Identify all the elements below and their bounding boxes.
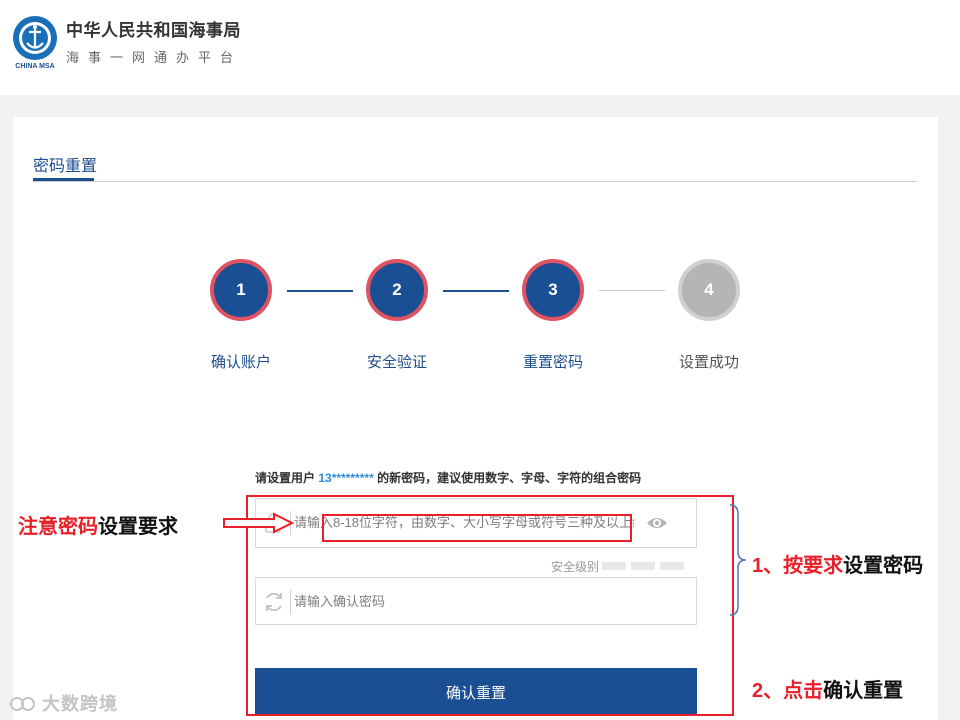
annotation-note: 注意密码设置要求: [18, 516, 178, 538]
watermark-logo-icon: [10, 697, 35, 711]
step-connector-1: [287, 290, 353, 292]
password-hint: 请设置用户 13********* 的新密码，建议使用数字、字母、字符的组合密码: [255, 471, 642, 485]
annotation-arrow-icon: [223, 512, 294, 534]
step-4-label: 设置成功: [678, 354, 739, 371]
org-name: 中华人民共和国海事局: [66, 21, 241, 40]
annotation-step-1: 1、按要求设置密码: [752, 555, 924, 577]
step-connector-3: [599, 290, 665, 291]
step-4-circle: 4: [678, 259, 740, 321]
step-1-circle: 1: [210, 259, 272, 321]
user-phone: 13*********: [318, 471, 374, 485]
step-3-circle: 3: [522, 259, 584, 321]
step-3-label: 重置密码: [522, 354, 583, 371]
china-msa-logo: CHINA MSA: [13, 16, 57, 70]
annotation-step-2: 2、点击确认重置: [752, 680, 904, 702]
step-2-circle: 2: [366, 259, 428, 321]
page-title: 密码重置: [33, 158, 98, 175]
svg-text:CHINA MSA: CHINA MSA: [15, 63, 54, 70]
annotation-frame-requirement: [322, 514, 632, 542]
annotation-brace-icon: [729, 504, 747, 616]
site-header: CHINA MSA 中华人民共和国海事局 海事一网通办平台: [0, 0, 960, 95]
step-connector-2: [443, 290, 509, 292]
step-1-label: 确认账户: [210, 354, 271, 371]
org-subtitle: 海事一网通办平台: [66, 50, 243, 65]
title-divider: [33, 181, 917, 182]
step-2-label: 安全验证: [366, 354, 427, 371]
watermark: 大数跨境: [10, 690, 118, 716]
